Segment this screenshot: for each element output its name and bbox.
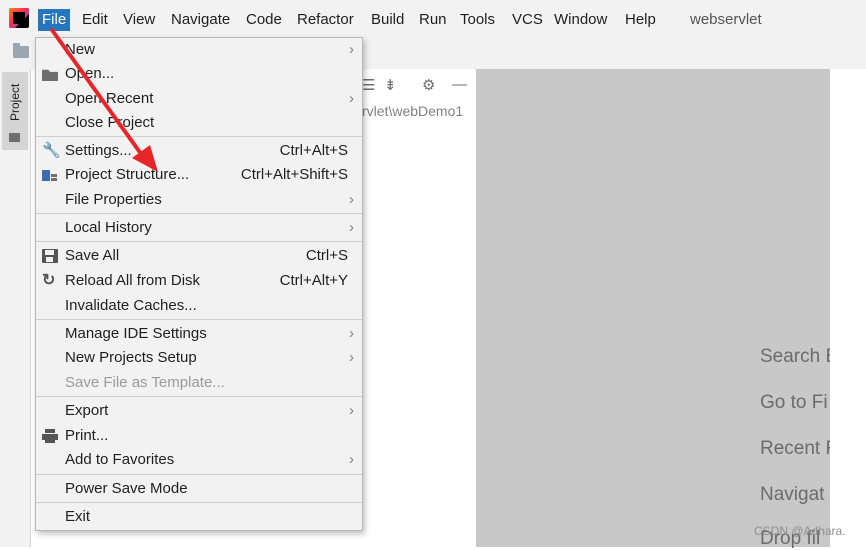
chevron-right-icon: › — [349, 191, 354, 208]
menu-view[interactable]: View — [119, 9, 159, 31]
menu-item-print[interactable]: Print... — [36, 424, 362, 448]
folder-icon[interactable] — [13, 43, 29, 58]
menu-item-new-projects-setup[interactable]: New Projects Setup › — [36, 346, 362, 370]
menu-item-exit[interactable]: Exit — [36, 505, 362, 529]
menu-item-project-structure[interactable]: Project Structure... Ctrl+Alt+Shift+S — [36, 163, 362, 187]
editor-empty-area — [476, 69, 830, 547]
hint-search-everywhere: Search E — [760, 346, 830, 367]
menu-separator — [36, 136, 362, 137]
chevron-right-icon: › — [349, 402, 354, 419]
project-structure-icon — [42, 168, 58, 182]
menu-file[interactable]: File — [38, 9, 71, 31]
right-margin — [830, 69, 866, 547]
menu-navigate[interactable]: Navigate — [167, 9, 234, 31]
reload-icon: ↻ — [42, 272, 56, 289]
menu-item-reload-all[interactable]: ↻ Reload All from Disk Ctrl+Alt+Y — [36, 269, 362, 293]
hint-recent-files: Recent F — [760, 438, 830, 459]
file-menu-dropdown: New › Open... Open Recent › Close Project … — [35, 37, 363, 531]
chevron-right-icon: › — [349, 219, 354, 236]
menu-item-open[interactable]: Open... — [36, 62, 362, 86]
menu-item-close-project[interactable]: Close Project — [36, 111, 362, 135]
menu-separator — [36, 396, 362, 397]
save-icon — [42, 249, 58, 263]
menu-tools[interactable]: Tools — [456, 9, 499, 31]
menu-item-add-to-favorites[interactable]: Add to Favorites › — [36, 448, 362, 472]
chevron-right-icon: › — [349, 325, 354, 342]
project-tab-label[interactable]: Project — [2, 72, 28, 132]
menu-vcs[interactable]: VCS — [508, 9, 547, 31]
chevron-right-icon: › — [349, 451, 354, 468]
collapse-all-icon[interactable]: ⇟ — [384, 76, 397, 94]
expand-all-icon[interactable]: ☰ — [362, 76, 375, 94]
menu-window[interactable]: Window — [550, 9, 611, 31]
menu-bar: File Edit View Navigate Code Refactor Bu… — [0, 0, 866, 39]
menu-help[interactable]: Help — [621, 9, 660, 31]
wrench-icon: 🔧 — [42, 142, 61, 159]
menu-item-save-all[interactable]: Save All Ctrl+S — [36, 244, 362, 268]
print-icon — [42, 429, 58, 443]
menu-item-settings[interactable]: 🔧 Settings... Ctrl+Alt+S — [36, 139, 362, 163]
menu-edit[interactable]: Edit — [78, 9, 112, 31]
panel-toolbar: ☰ ⇟ ⚙ — — [362, 72, 474, 100]
hint-go-to-file: Go to Fi — [760, 392, 828, 413]
menu-item-manage-ide-settings[interactable]: Manage IDE Settings › — [36, 322, 362, 346]
menu-refactor[interactable]: Refactor — [293, 9, 358, 31]
folder-open-icon — [42, 69, 58, 81]
project-name: webservlet — [690, 11, 762, 28]
menu-item-new[interactable]: New › — [36, 38, 362, 62]
menu-item-save-file-as-template: Save File as Template... — [65, 374, 225, 391]
minimize-icon[interactable]: — — [452, 76, 467, 93]
chevron-right-icon: › — [349, 41, 354, 58]
menu-separator — [36, 502, 362, 503]
watermark: CSDN @Adhara. — [754, 524, 846, 538]
menu-item-invalidate-caches[interactable]: Invalidate Caches... — [36, 294, 362, 318]
gear-icon[interactable]: ⚙ — [422, 76, 435, 94]
menu-item-file-properties[interactable]: File Properties › — [36, 188, 362, 212]
project-folder-icon — [9, 133, 20, 142]
menu-run[interactable]: Run — [415, 9, 451, 31]
menu-code[interactable]: Code — [242, 9, 286, 31]
menu-separator — [36, 241, 362, 242]
menu-separator — [36, 474, 362, 475]
hint-navigation-bar: Navigat — [760, 484, 825, 505]
project-path-breadcrumb: rvlet\webDemo1 — [362, 103, 464, 119]
menu-separator — [36, 319, 362, 320]
menu-build[interactable]: Build — [367, 9, 408, 31]
menu-item-open-recent[interactable]: Open Recent › — [36, 87, 362, 111]
intellij-logo-icon — [9, 8, 29, 28]
menu-item-local-history[interactable]: Local History › — [36, 216, 362, 240]
menu-item-export[interactable]: Export › — [36, 399, 362, 423]
menu-separator — [36, 213, 362, 214]
chevron-right-icon: › — [349, 349, 354, 366]
chevron-right-icon: › — [349, 90, 354, 107]
menu-item-power-save-mode[interactable]: Power Save Mode — [36, 477, 362, 501]
